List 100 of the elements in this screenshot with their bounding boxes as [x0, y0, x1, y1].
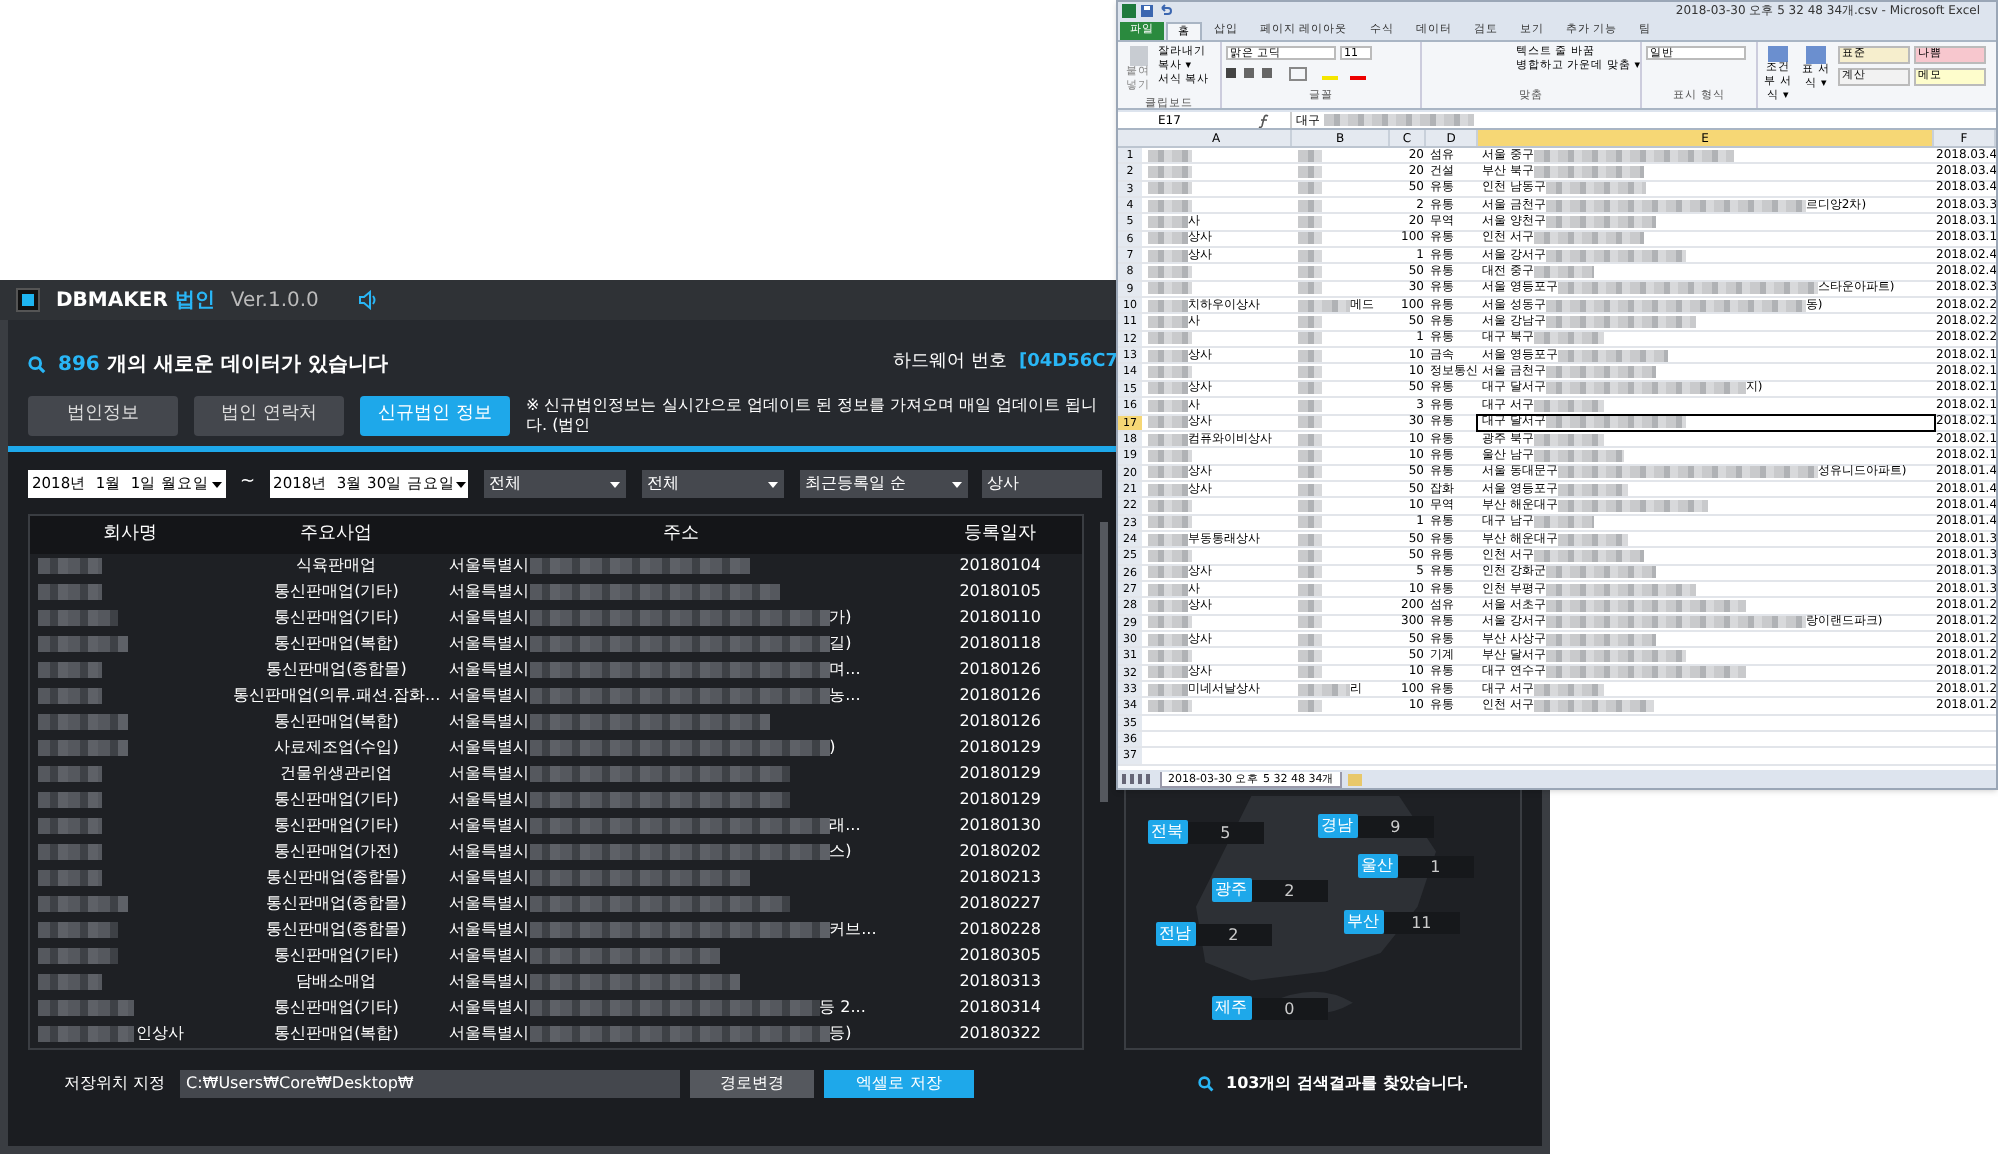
tab[interactable]: 법인정보 [28, 396, 178, 436]
blurred-text [1298, 599, 1322, 612]
speaker-icon[interactable] [358, 290, 379, 310]
blurred-text [1533, 433, 1604, 446]
blurred-text [1148, 149, 1192, 162]
blurred-text [38, 792, 102, 809]
blurred-text [1545, 366, 1656, 379]
blurred-text [1148, 566, 1188, 579]
blurred-text [1533, 399, 1604, 412]
blurred-text [1298, 332, 1322, 345]
column-header: 주소 [660, 521, 701, 548]
blurred-text [38, 1000, 134, 1017]
table-cell: 서울특별시 [449, 788, 530, 813]
undo-icon[interactable] [1158, 4, 1172, 18]
blurred-text [1298, 232, 1322, 245]
table-cell-text: 20180202 [957, 840, 1043, 865]
blurred-text [1148, 332, 1192, 345]
table-cell-text: 통신판매업(기타) [272, 814, 401, 839]
table-cell-text: 20180305 [957, 944, 1043, 969]
blurred-text [1298, 266, 1322, 279]
save-path-field[interactable]: C:₩Users₩Core₩Desktop₩ [180, 1070, 680, 1098]
blurred-text [1148, 282, 1192, 295]
blurred-text [1148, 700, 1192, 713]
keyword-field[interactable]: 상사 [981, 470, 1102, 498]
table-cell: 서울특별시 [449, 944, 530, 969]
table-cell: 등) [829, 1022, 852, 1047]
table-cell-text: 20180104 [957, 554, 1043, 579]
tab[interactable]: 법인 연락처 [194, 396, 344, 436]
table-cell-text: 20180118 [957, 632, 1043, 657]
blurred-text [1148, 433, 1188, 446]
blurred-text [1148, 599, 1188, 612]
table-cell-text: 통신판매업(종합몰) [264, 892, 409, 917]
blurred-text [1148, 616, 1192, 629]
table-cell-text: 20180228 [957, 918, 1043, 943]
region-count: 9 [1357, 815, 1434, 837]
table-cell-text: 통신판매업(종합몰) [264, 918, 409, 943]
table-cell-text: 20180129 [957, 788, 1043, 813]
blurred-text [1298, 416, 1322, 429]
blurred-text [1148, 216, 1188, 229]
blurred-text [1148, 366, 1192, 379]
search-icon [28, 355, 46, 373]
blurred-text [38, 766, 102, 783]
table-cell-text: 건물위생관리업 [278, 762, 395, 787]
column-header: 회사명 [100, 521, 159, 548]
table-cell: 래... [829, 814, 861, 839]
blurred-text [1298, 483, 1322, 496]
save-icon[interactable] [1140, 4, 1154, 18]
blurred-text [1148, 382, 1188, 395]
blurred-text [1148, 316, 1188, 329]
table-cell-text: 통신판매업(의류.패션.잡화... [230, 684, 443, 709]
blurred-text [1298, 466, 1322, 479]
blurred-text [1148, 349, 1188, 362]
blurred-text [1298, 700, 1322, 713]
table-cell-text: 20180213 [957, 866, 1043, 891]
table-cell: 서울특별시 [449, 762, 530, 787]
table-cell-text: 통신판매업(복합) [272, 1022, 401, 1047]
blurred-text [1298, 499, 1322, 512]
blurred-text [38, 636, 128, 653]
caret-icon [767, 481, 778, 487]
table-cell-text: 20180322 [957, 1022, 1043, 1047]
blurred-text [1148, 416, 1188, 429]
region-count: 5 [1187, 821, 1264, 843]
filter-dropdown[interactable]: 전체 [641, 470, 784, 498]
app-logo-icon [16, 288, 40, 312]
blurred-text [38, 896, 128, 913]
blurred-text [1148, 583, 1188, 596]
table-cell: 며... [829, 658, 861, 683]
change-path-button[interactable]: 경로변경 [690, 1070, 814, 1098]
blurred-text [1545, 249, 1686, 262]
region-label: 전남 [1155, 922, 1196, 946]
caret-icon [455, 481, 465, 487]
region-label: 전북 [1147, 820, 1188, 844]
table-cell-text: 20180110 [957, 606, 1043, 631]
blurred-text [1298, 549, 1322, 562]
blurred-text [1148, 466, 1188, 479]
table-cell: 서울특별시 [449, 1022, 530, 1047]
blurred-text [1298, 433, 1322, 446]
result-message: 103개의 검색결과를 찾았습니다. [1226, 1072, 1469, 1096]
table-cell-text: 식육판매업 [294, 554, 379, 579]
blurred-text [1298, 382, 1322, 395]
blurred-text [1533, 516, 1594, 529]
blurred-text [1148, 299, 1188, 312]
function-icon[interactable] [1258, 113, 1270, 127]
blurred-text [1298, 533, 1322, 546]
table-cell: 농... [829, 684, 861, 709]
filter-dropdown[interactable]: 전체 [483, 470, 626, 498]
table-cell: 가) [829, 606, 852, 631]
table-cell: 서울특별시 [449, 736, 530, 761]
blurred-text [1298, 282, 1322, 295]
sheet-nav-icon[interactable] [1122, 774, 1154, 784]
blurred-text [1298, 316, 1322, 329]
blurred-text [1148, 499, 1192, 512]
table-cell: 등 2... [819, 996, 866, 1021]
blurred-text [1298, 633, 1322, 646]
blurred-text [1148, 533, 1188, 546]
blurred-text [1557, 349, 1668, 362]
table-cell: 서울특별시 [449, 554, 530, 579]
blurred-text [1298, 399, 1322, 412]
filter-dropdown[interactable]: 최근등록일 순 [799, 470, 968, 498]
blurred-text [1298, 299, 1350, 312]
